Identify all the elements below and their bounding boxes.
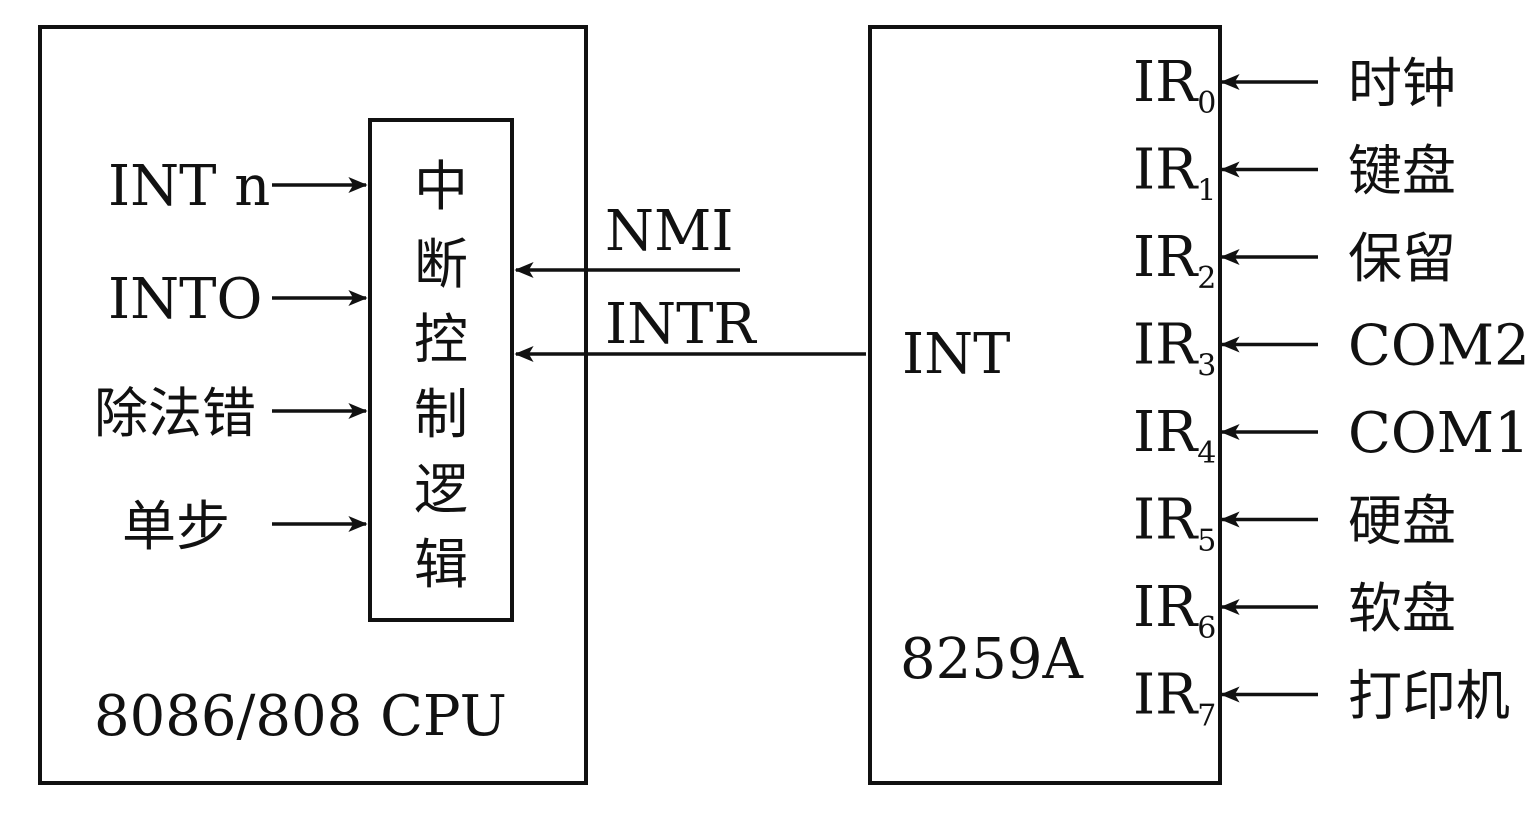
ir-row-1: IR1 键盘 <box>1133 138 1456 209</box>
ir-device-label: 硬盘 <box>1348 490 1456 553</box>
ir-pin-label: IR0 <box>1133 50 1216 121</box>
input-into-label: INTO <box>108 267 262 332</box>
ir-device-label: 软盘 <box>1348 577 1456 640</box>
ir-lines: IR0 时钟IR1 键盘IR2 保留IR3 COM2IR4 COM1IR5 硬盘IR6 软盘I… <box>1133 50 1530 734</box>
pic-label: 8259A <box>900 627 1084 692</box>
ir-pin-label: IR2 <box>1133 225 1216 296</box>
diagram-canvas: 中 断 控 制 逻 辑 INT n INTO 除法错 单步 8086/808 C… <box>38 25 1530 785</box>
control-logic-char: 逻 <box>414 458 468 521</box>
input-divide-error-label: 除法错 <box>94 382 256 445</box>
control-logic-char: 中 <box>414 155 468 218</box>
ir-device-label: COM2 <box>1348 314 1530 379</box>
interrupt-system-diagram: 中 断 控 制 逻 辑 INT n INTO 除法错 单步 8086/808 C… <box>0 0 1540 813</box>
ir-pin-label: IR1 <box>1133 138 1216 209</box>
control-logic-char: 辑 <box>414 533 468 596</box>
ir-row-6: IR6 软盘 <box>1133 575 1456 646</box>
ir-row-2: IR2 保留 <box>1133 225 1456 296</box>
ir-pin-label: IR3 <box>1133 313 1216 384</box>
ir-row-3: IR3 COM2 <box>1133 313 1530 384</box>
input-single-step-label: 单步 <box>122 495 230 558</box>
ir-pin-label: IR5 <box>1133 488 1216 559</box>
ir-device-label: 时钟 <box>1348 52 1456 115</box>
ir-row-5: IR5 硬盘 <box>1133 488 1456 559</box>
control-logic-char: 断 <box>414 233 468 296</box>
ir-pin-label: IR7 <box>1133 663 1216 734</box>
control-logic-char: 控 <box>414 308 468 371</box>
ir-row-0: IR0 时钟 <box>1133 50 1456 121</box>
ir-device-label: 打印机 <box>1348 665 1510 728</box>
input-int-n-label: INT n <box>108 154 270 219</box>
ir-row-7: IR7 打印机 <box>1133 663 1510 734</box>
nmi-label: NMI <box>605 199 733 264</box>
cpu-label: 8086/808 CPU <box>94 684 507 749</box>
ir-row-4: IR4 COM1 <box>1133 400 1530 471</box>
ir-pin-label: IR6 <box>1133 575 1216 646</box>
pic-int-pin-label: INT <box>902 322 1010 387</box>
ir-device-label: 键盘 <box>1348 140 1456 203</box>
control-logic-label: 中 断 控 制 逻 辑 <box>414 155 468 596</box>
ir-device-label: 保留 <box>1348 227 1456 290</box>
control-logic-char: 制 <box>414 383 468 446</box>
intr-label: INTR <box>605 292 757 357</box>
ir-pin-label: IR4 <box>1133 400 1216 471</box>
ir-device-label: COM1 <box>1348 401 1530 466</box>
